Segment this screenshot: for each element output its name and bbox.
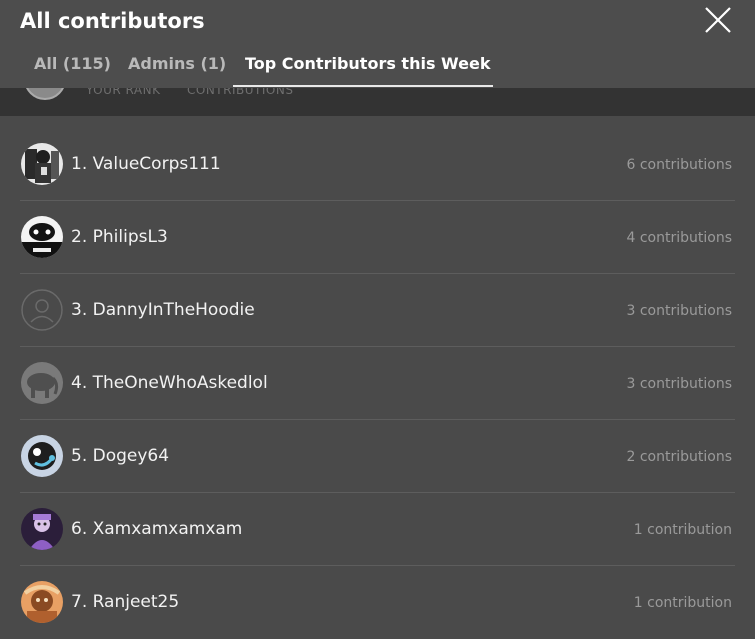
list-item[interactable]: 2. PhilipsL3 4 contributions	[0, 201, 755, 274]
contributor-name: 6. Xamxamxamxam	[71, 519, 243, 539]
active-tab-indicator	[233, 85, 493, 87]
contribution-count: 3 contributions	[626, 376, 733, 392]
contribution-count: 3 contributions	[626, 303, 733, 319]
contributor-name: 1. ValueCorps111	[71, 154, 221, 174]
contributors-list: 1. ValueCorps111 6 contributions 2. Phil…	[0, 128, 755, 639]
contributor-name: 5. Dogey64	[71, 446, 170, 466]
contribution-count: 2 contributions	[626, 449, 733, 465]
your-rank-label: YOUR RANK	[86, 88, 161, 97]
tab-admins[interactable]: Admins (1)	[128, 54, 226, 73]
contributions-label: CONTRIBUTIONS	[187, 88, 294, 97]
tab-bar: All (115) Admins (1) Top Contributors th…	[0, 50, 755, 88]
contributor-name: 2. PhilipsL3	[71, 227, 168, 247]
user-avatar	[21, 143, 63, 185]
list-item[interactable]: 6. Xamxamxamxam 1 contribution	[0, 493, 755, 566]
tab-all[interactable]: All (115)	[34, 54, 111, 73]
list-item[interactable]: 3. DannyInTheHoodie 3 contributions	[0, 274, 755, 347]
user-avatar	[21, 508, 63, 550]
list-item[interactable]: 4. TheOneWhoAskedlol 3 contributions	[0, 347, 755, 420]
list-item[interactable]: 7. Ranjeet25 1 contribution	[0, 566, 755, 639]
list-item[interactable]: 1. ValueCorps111 6 contributions	[0, 128, 755, 201]
default-user-icon	[21, 289, 63, 331]
contribution-count: 4 contributions	[626, 230, 733, 246]
close-icon[interactable]	[704, 6, 732, 34]
contribution-count: 1 contribution	[633, 595, 732, 611]
user-avatar	[21, 435, 63, 477]
user-avatar	[21, 216, 63, 258]
your-rank-strip: YOUR RANK CONTRIBUTIONS	[0, 88, 755, 116]
contribution-count: 6 contributions	[626, 157, 733, 173]
tab-top-contributors[interactable]: Top Contributors this Week	[245, 54, 490, 73]
modal-title: All contributors	[20, 9, 205, 33]
list-item[interactable]: 5. Dogey64 2 contributions	[0, 420, 755, 493]
your-avatar	[24, 88, 66, 100]
contribution-count: 1 contribution	[633, 522, 732, 538]
user-avatar	[21, 581, 63, 623]
contributor-name: 4. TheOneWhoAskedlol	[71, 373, 268, 393]
contributor-name: 7. Ranjeet25	[71, 592, 180, 612]
modal-header: All contributors All (115) Admins (1) To…	[0, 0, 755, 88]
user-avatar	[21, 362, 63, 404]
contributor-name: 3. DannyInTheHoodie	[71, 300, 255, 320]
